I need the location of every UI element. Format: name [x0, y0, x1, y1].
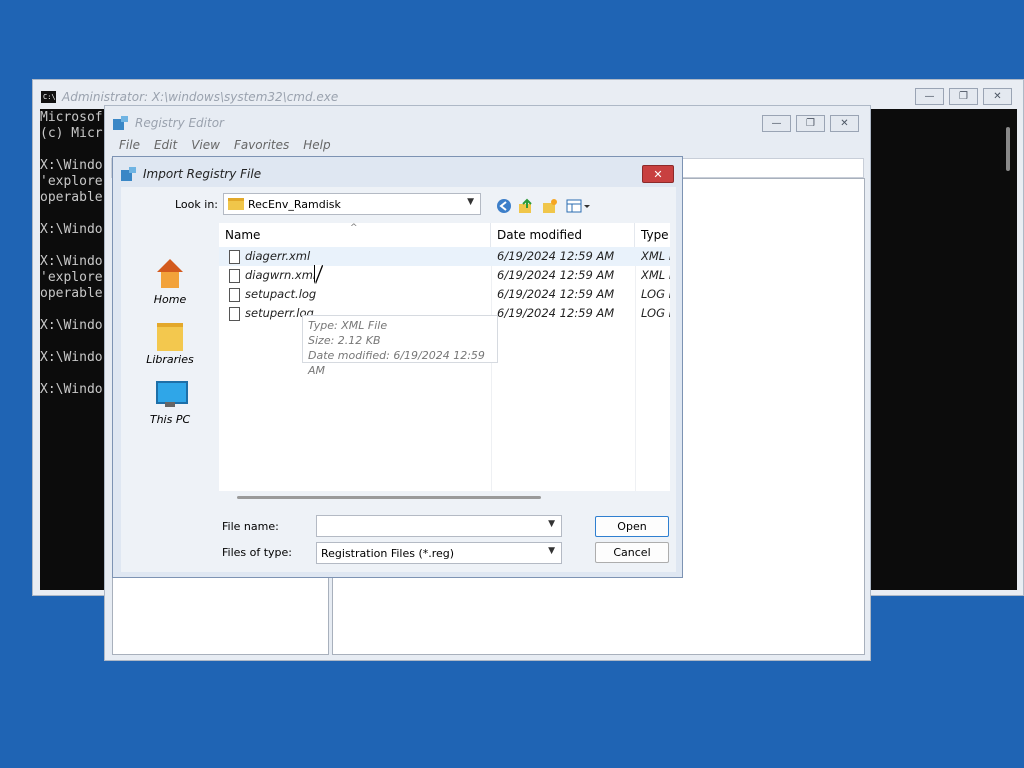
file-date: 6/19/2024 12:59 AM: [497, 287, 615, 301]
file-row[interactable]: setupact.log 6/19/2024 12:59 AM LOG File: [219, 285, 670, 304]
mouse-cursor-icon: [315, 265, 328, 283]
file-tooltip: Type: XML File Size: 2.12 KB Date modifi…: [302, 315, 498, 377]
place-this-pc[interactable]: This PC: [127, 379, 213, 426]
tooltip-size: Size: 2.12 KB: [308, 334, 381, 347]
console-line: X:\Windo: [40, 350, 103, 365]
file-name: setupact.log: [245, 287, 317, 301]
place-home[interactable]: Home: [127, 259, 213, 306]
cancel-button[interactable]: Cancel: [595, 542, 669, 563]
file-type: LOG File: [641, 287, 670, 301]
console-line: (c) Micr: [40, 126, 103, 141]
console-line: Microsof: [40, 110, 103, 125]
sort-up-icon: ^: [350, 223, 358, 233]
console-line: operable: [40, 190, 103, 205]
console-line: X:\Windo: [40, 318, 103, 333]
file-list-hscrollbar[interactable]: [219, 491, 670, 505]
menu-view[interactable]: View: [191, 138, 220, 152]
place-libraries-label: Libraries: [146, 353, 194, 366]
console-line: 'explore: [40, 174, 103, 189]
tooltip-type: Type: XML File: [308, 319, 388, 332]
registry-maximize-button[interactable]: ❐: [796, 115, 825, 132]
libraries-icon: [154, 319, 186, 351]
file-icon: [229, 287, 240, 302]
file-date: 6/19/2024 12:59 AM: [497, 249, 615, 263]
cmd-close-button[interactable]: ✕: [983, 88, 1012, 105]
console-line: 'explore: [40, 270, 103, 285]
file-name: diagwrn.xml: [245, 268, 317, 282]
tooltip-date: Date modified: 6/19/2024 12:59 AM: [308, 349, 485, 377]
column-type-label: Type: [641, 228, 669, 242]
file-icon: [229, 306, 240, 321]
console-line: X:\Windo: [40, 254, 103, 269]
dialog-close-button[interactable]: ✕: [642, 165, 674, 183]
chevron-down-icon: ▼: [548, 546, 555, 556]
file-date: 6/19/2024 12:59 AM: [497, 268, 615, 282]
file-date: 6/19/2024 12:59 AM: [497, 306, 615, 320]
look-in-label: Look in:: [175, 198, 218, 211]
registry-minimize-button[interactable]: —: [762, 115, 791, 132]
cmd-minimize-button[interactable]: —: [915, 88, 944, 105]
cmd-icon: C:\: [41, 91, 56, 103]
column-type[interactable]: Type: [635, 223, 670, 247]
column-name-label: Name: [225, 228, 261, 242]
new-folder-icon[interactable]: [541, 197, 559, 215]
hscroll-thumb[interactable]: [237, 496, 541, 499]
file-type: XML File: [641, 249, 670, 263]
home-icon: [154, 259, 186, 289]
column-date-label: Date modified: [497, 228, 583, 242]
registry-title: Registry Editor: [135, 116, 224, 130]
file-name-label: File name:: [222, 520, 279, 533]
computer-icon: [154, 379, 188, 409]
look-in-dropdown[interactable]: RecEnv_Ramdisk ▼: [223, 193, 481, 215]
menu-edit[interactable]: Edit: [154, 138, 177, 152]
column-date-modified[interactable]: Date modified: [491, 223, 635, 247]
file-row[interactable]: diagerr.xml 6/19/2024 12:59 AM XML File: [219, 247, 670, 266]
registry-close-button[interactable]: ✕: [830, 115, 859, 132]
dialog-title: Import Registry File: [143, 167, 262, 181]
look-in-value: RecEnv_Ramdisk: [248, 197, 341, 211]
dialog-body: Look in: RecEnv_Ramdisk ▼ Home Libraries…: [121, 187, 676, 572]
cmd-scroll-thumb[interactable]: [1006, 127, 1010, 171]
console-line: X:\Windo: [40, 158, 103, 173]
column-name[interactable]: ^ Name: [219, 223, 491, 247]
registry-menubar: File Edit View Favorites Help: [119, 138, 331, 152]
console-line: X:\Windo: [40, 382, 103, 397]
place-home-label: Home: [153, 293, 187, 306]
view-menu-icon[interactable]: [565, 197, 593, 215]
chevron-down-icon: ▼: [467, 197, 474, 207]
cmd-title: Administrator: X:\windows\system32\cmd.e…: [62, 90, 339, 104]
menu-favorites[interactable]: Favorites: [234, 138, 289, 152]
file-type-label: Files of type:: [222, 546, 293, 559]
file-name: diagerr.xml: [245, 249, 311, 263]
dialog-title-bar: Import Registry File: [121, 167, 261, 181]
folder-icon: [228, 198, 244, 210]
place-this-pc-label: This PC: [149, 413, 191, 426]
registry-title-bar: Registry Editor: [113, 116, 224, 130]
file-icon: [229, 249, 240, 264]
open-button[interactable]: Open: [595, 516, 669, 537]
back-icon[interactable]: [495, 197, 513, 215]
file-type-value: Registration Files (*.reg): [321, 546, 455, 560]
file-name-input[interactable]: ▼: [316, 515, 562, 537]
up-folder-icon[interactable]: [517, 197, 535, 215]
file-row[interactable]: diagwrn.xml 6/19/2024 12:59 AM XML File: [219, 266, 670, 285]
console-line: operable: [40, 286, 103, 301]
import-registry-dialog[interactable]: Import Registry File ✕ Look in: RecEnv_R…: [112, 156, 683, 578]
file-icon: [229, 268, 240, 283]
file-type-dropdown[interactable]: Registration Files (*.reg) ▼: [316, 542, 562, 564]
cmd-title-bar: C:\ Administrator: X:\windows\system32\c…: [41, 90, 338, 104]
registry-icon: [113, 116, 129, 130]
cmd-scrollbar[interactable]: [1000, 109, 1017, 590]
menu-help[interactable]: Help: [303, 138, 330, 152]
place-libraries[interactable]: Libraries: [127, 319, 213, 366]
places-bar: Home Libraries This PC: [127, 223, 213, 523]
cmd-maximize-button[interactable]: ❐: [949, 88, 978, 105]
menu-file[interactable]: File: [119, 138, 140, 152]
file-type: LOG File: [641, 306, 670, 320]
registry-icon: [121, 167, 137, 181]
chevron-down-icon: ▼: [548, 519, 555, 529]
file-type: XML File: [641, 268, 670, 282]
console-line: X:\Windo: [40, 222, 103, 237]
